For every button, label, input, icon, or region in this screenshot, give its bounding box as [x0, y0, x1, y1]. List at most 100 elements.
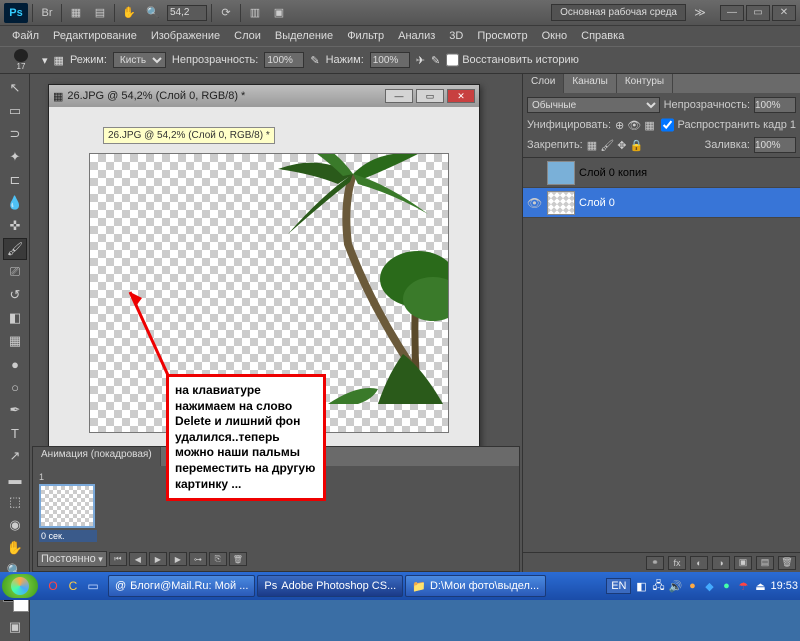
layer-group-button[interactable]: ▣: [734, 556, 752, 570]
play-button[interactable]: ▶: [149, 552, 167, 566]
ql-opera-icon[interactable]: O: [44, 577, 62, 595]
menu-edit[interactable]: Редактирование: [47, 28, 143, 44]
layer-opacity-input[interactable]: [754, 97, 796, 113]
next-frame-button[interactable]: ▶: [169, 552, 187, 566]
hand-tool[interactable]: ✋: [3, 537, 27, 559]
close-button[interactable]: ✕: [772, 5, 796, 21]
tween-button[interactable]: ⊶: [189, 552, 207, 566]
tab-paths[interactable]: Контуры: [617, 74, 673, 93]
delete-layer-button[interactable]: 🗑: [778, 556, 796, 570]
tray-antivirus-icon[interactable]: ☂: [736, 579, 750, 593]
unify-visibility-icon[interactable]: 👁: [627, 120, 641, 132]
expand-icon[interactable]: ≫: [690, 4, 710, 22]
layer-row[interactable]: Слой 0 копия: [523, 158, 800, 188]
tray-icon[interactable]: ●: [719, 579, 733, 593]
taskbar-task[interactable]: PsAdobe Photoshop CS...: [257, 575, 403, 597]
menu-select[interactable]: Выделение: [269, 28, 339, 44]
first-frame-button[interactable]: ⏮: [109, 552, 127, 566]
menu-filter[interactable]: Фильтр: [341, 28, 390, 44]
tab-animation[interactable]: Анимация (покадровая): [33, 447, 161, 466]
start-button[interactable]: [2, 574, 38, 598]
rotate-icon[interactable]: ⟳: [216, 4, 236, 22]
wand-tool[interactable]: ✦: [3, 146, 27, 168]
brush-preview[interactable]: 17: [6, 49, 36, 71]
path-tool[interactable]: ↗: [3, 445, 27, 467]
menu-layer[interactable]: Слои: [228, 28, 267, 44]
dodge-tool[interactable]: ○: [3, 376, 27, 398]
frame-duration[interactable]: 0 сек.: [39, 530, 97, 542]
loop-select[interactable]: Постоянно ▾: [37, 551, 107, 567]
lock-all-icon[interactable]: 🔒: [630, 140, 644, 152]
delete-frame-button[interactable]: 🗑: [229, 552, 247, 566]
workspace-button[interactable]: Основная рабочая среда: [551, 4, 686, 21]
propagate-checkbox[interactable]: [661, 117, 674, 133]
mode-select[interactable]: Кисть: [113, 52, 166, 68]
quickmask-tool[interactable]: ▣: [3, 616, 27, 638]
lock-position-icon[interactable]: ✥: [617, 140, 626, 152]
eraser-tool[interactable]: ◧: [3, 307, 27, 329]
new-layer-button[interactable]: ▤: [756, 556, 774, 570]
taskbar-task[interactable]: 📁D:\Мои фото\выдел...: [405, 575, 546, 597]
doc-minimize[interactable]: —: [385, 89, 413, 103]
layer-name[interactable]: Слой 0 копия: [579, 167, 647, 179]
taskbar-task[interactable]: @Блоги@Mail.Ru: Мой ...: [108, 575, 255, 597]
zoom-input[interactable]: [167, 5, 207, 21]
move-tool[interactable]: ↖: [3, 77, 27, 99]
duplicate-frame-button[interactable]: ⎘: [209, 552, 227, 566]
menu-3d[interactable]: 3D: [443, 28, 469, 44]
opacity-pressure-icon[interactable]: ✎: [310, 54, 319, 67]
arrange-icon[interactable]: ▥: [245, 4, 265, 22]
flow-pressure-icon[interactable]: ✎: [431, 54, 440, 67]
tray-icon[interactable]: ●: [685, 579, 699, 593]
heal-tool[interactable]: ✜: [3, 215, 27, 237]
blur-tool[interactable]: ●: [3, 353, 27, 375]
fill-input[interactable]: [754, 137, 796, 153]
lock-pixels-icon[interactable]: 🖌: [600, 140, 614, 152]
layer-fx-button[interactable]: fx: [668, 556, 686, 570]
ql-desktop-icon[interactable]: ▭: [84, 577, 102, 595]
shape-tool[interactable]: ▬: [3, 468, 27, 490]
brush-panel-icon[interactable]: ▦: [54, 54, 64, 67]
ql-chrome-icon[interactable]: C: [64, 577, 82, 595]
history-brush-tool[interactable]: ↺: [3, 284, 27, 306]
brush-preset-icon[interactable]: ▾: [42, 54, 48, 67]
tray-network-icon[interactable]: 🖧: [651, 579, 665, 593]
layer-name[interactable]: Слой 0: [579, 197, 615, 209]
airbrush-icon[interactable]: ✈: [416, 54, 425, 67]
3d-camera-tool[interactable]: ◉: [3, 514, 27, 536]
animation-frame[interactable]: 1 0 сек.: [39, 472, 97, 542]
zoom-icon[interactable]: 🔍: [143, 4, 163, 22]
stamp-tool[interactable]: ⎚: [3, 261, 27, 283]
layer-mask-button[interactable]: ◐: [690, 556, 708, 570]
3d-tool[interactable]: ⬚: [3, 491, 27, 513]
unify-position-icon[interactable]: ⊕: [615, 120, 624, 132]
tray-icon[interactable]: ◆: [702, 579, 716, 593]
tray-icon[interactable]: ◧: [634, 579, 648, 593]
doc-close[interactable]: ✕: [447, 89, 475, 103]
document-titlebar[interactable]: ▦ 26.JPG @ 54,2% (Слой 0, RGB/8) * — ▭ ✕: [49, 85, 479, 107]
menu-analysis[interactable]: Анализ: [392, 28, 441, 44]
blend-mode-select[interactable]: Обычные: [527, 97, 660, 113]
tab-channels[interactable]: Каналы: [564, 74, 617, 93]
pen-tool[interactable]: ✒: [3, 399, 27, 421]
hand-icon[interactable]: ✋: [119, 4, 139, 22]
gradient-tool[interactable]: ▦: [3, 330, 27, 352]
view-grid-icon[interactable]: ▤: [90, 4, 110, 22]
flow-input[interactable]: [370, 52, 410, 68]
marquee-tool[interactable]: ▭: [3, 100, 27, 122]
menu-view[interactable]: Просмотр: [471, 28, 533, 44]
menu-help[interactable]: Справка: [575, 28, 630, 44]
language-indicator[interactable]: EN: [606, 578, 631, 594]
prev-frame-button[interactable]: ◀: [129, 552, 147, 566]
opacity-input[interactable]: [264, 52, 304, 68]
menu-file[interactable]: Файл: [6, 28, 45, 44]
lasso-tool[interactable]: ⊃: [3, 123, 27, 145]
adjustment-layer-button[interactable]: ◑: [712, 556, 730, 570]
minimize-button[interactable]: —: [720, 5, 744, 21]
maximize-button[interactable]: ▭: [746, 5, 770, 21]
menu-window[interactable]: Окно: [536, 28, 574, 44]
view-extras-icon[interactable]: ▦: [66, 4, 86, 22]
clock[interactable]: 19:53: [770, 580, 798, 592]
menu-image[interactable]: Изображение: [145, 28, 226, 44]
doc-maximize[interactable]: ▭: [416, 89, 444, 103]
